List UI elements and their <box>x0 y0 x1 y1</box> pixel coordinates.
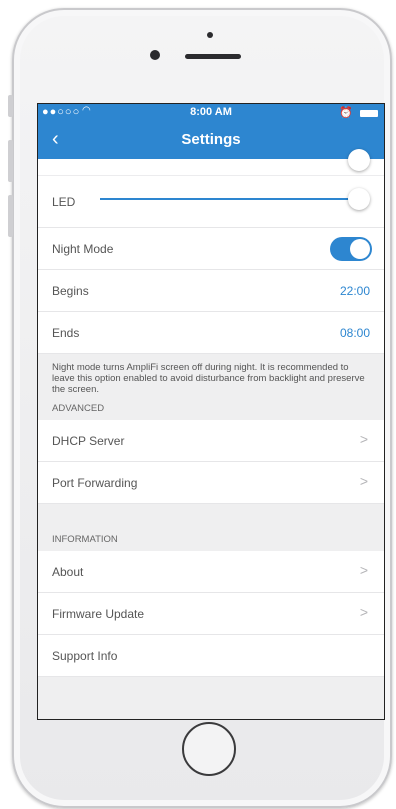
support-info-label: Support Info <box>52 649 118 663</box>
night-mode-label: Night Mode <box>52 242 114 256</box>
app-screen: ●●○○○ ◠ 8:00 AM ⏰ ‹ Settings LED Night M… <box>37 103 385 720</box>
mute-switch <box>8 95 13 117</box>
led-row: LED <box>38 176 384 228</box>
information-section-header: INFORMATION <box>38 530 384 551</box>
toggle-knob <box>350 239 370 259</box>
led-slider-knob[interactable] <box>348 188 370 210</box>
port-forwarding-row[interactable]: Port Forwarding > <box>38 462 384 504</box>
night-mode-toggle[interactable] <box>330 237 372 261</box>
partial-row <box>38 149 384 176</box>
page-title: Settings <box>181 131 241 148</box>
home-button[interactable] <box>182 722 236 776</box>
about-row[interactable]: About > <box>38 551 384 593</box>
led-slider-track[interactable] <box>100 198 354 200</box>
begins-label: Begins <box>52 284 89 298</box>
status-icons: ⏰ <box>339 106 378 119</box>
volume-up-button <box>8 140 13 182</box>
chevron-right-icon: > <box>359 604 368 620</box>
front-sensor <box>207 32 213 38</box>
begins-value[interactable]: 22:00 <box>340 284 370 298</box>
settings-list: LED Night Mode Begins 22:00 Ends 08:00 N… <box>38 149 384 677</box>
dhcp-server-row[interactable]: DHCP Server > <box>38 420 384 462</box>
status-time: 8:00 AM <box>190 106 232 118</box>
section-gap <box>38 504 384 530</box>
front-camera <box>150 50 160 60</box>
partial-slider-knob[interactable] <box>348 149 370 171</box>
firmware-update-row[interactable]: Firmware Update > <box>38 593 384 635</box>
navigation-bar: ‹ Settings <box>38 122 384 159</box>
battery-icon <box>360 109 378 117</box>
about-label: About <box>52 565 84 579</box>
ends-label: Ends <box>52 326 80 340</box>
night-mode-note: Night mode turns AmpliFi screen off duri… <box>38 354 384 399</box>
ends-row[interactable]: Ends 08:00 <box>38 312 384 354</box>
advanced-section-header: ADVANCED <box>38 399 384 420</box>
ends-value[interactable]: 08:00 <box>340 326 370 340</box>
chevron-right-icon: > <box>359 473 368 489</box>
volume-down-button <box>8 195 13 237</box>
status-bar: ●●○○○ ◠ 8:00 AM ⏰ <box>38 104 384 122</box>
led-label: LED <box>52 195 76 209</box>
night-mode-row: Night Mode <box>38 228 384 270</box>
firmware-update-label: Firmware Update <box>52 607 145 621</box>
port-forwarding-label: Port Forwarding <box>52 476 138 490</box>
earpiece-speaker <box>185 54 241 59</box>
begins-row[interactable]: Begins 22:00 <box>38 270 384 312</box>
alarm-icon: ⏰ <box>339 107 353 119</box>
chevron-right-icon: > <box>359 431 368 447</box>
support-info-row[interactable]: Support Info <box>38 635 384 677</box>
chevron-right-icon: > <box>359 562 368 578</box>
dhcp-server-label: DHCP Server <box>52 434 125 448</box>
